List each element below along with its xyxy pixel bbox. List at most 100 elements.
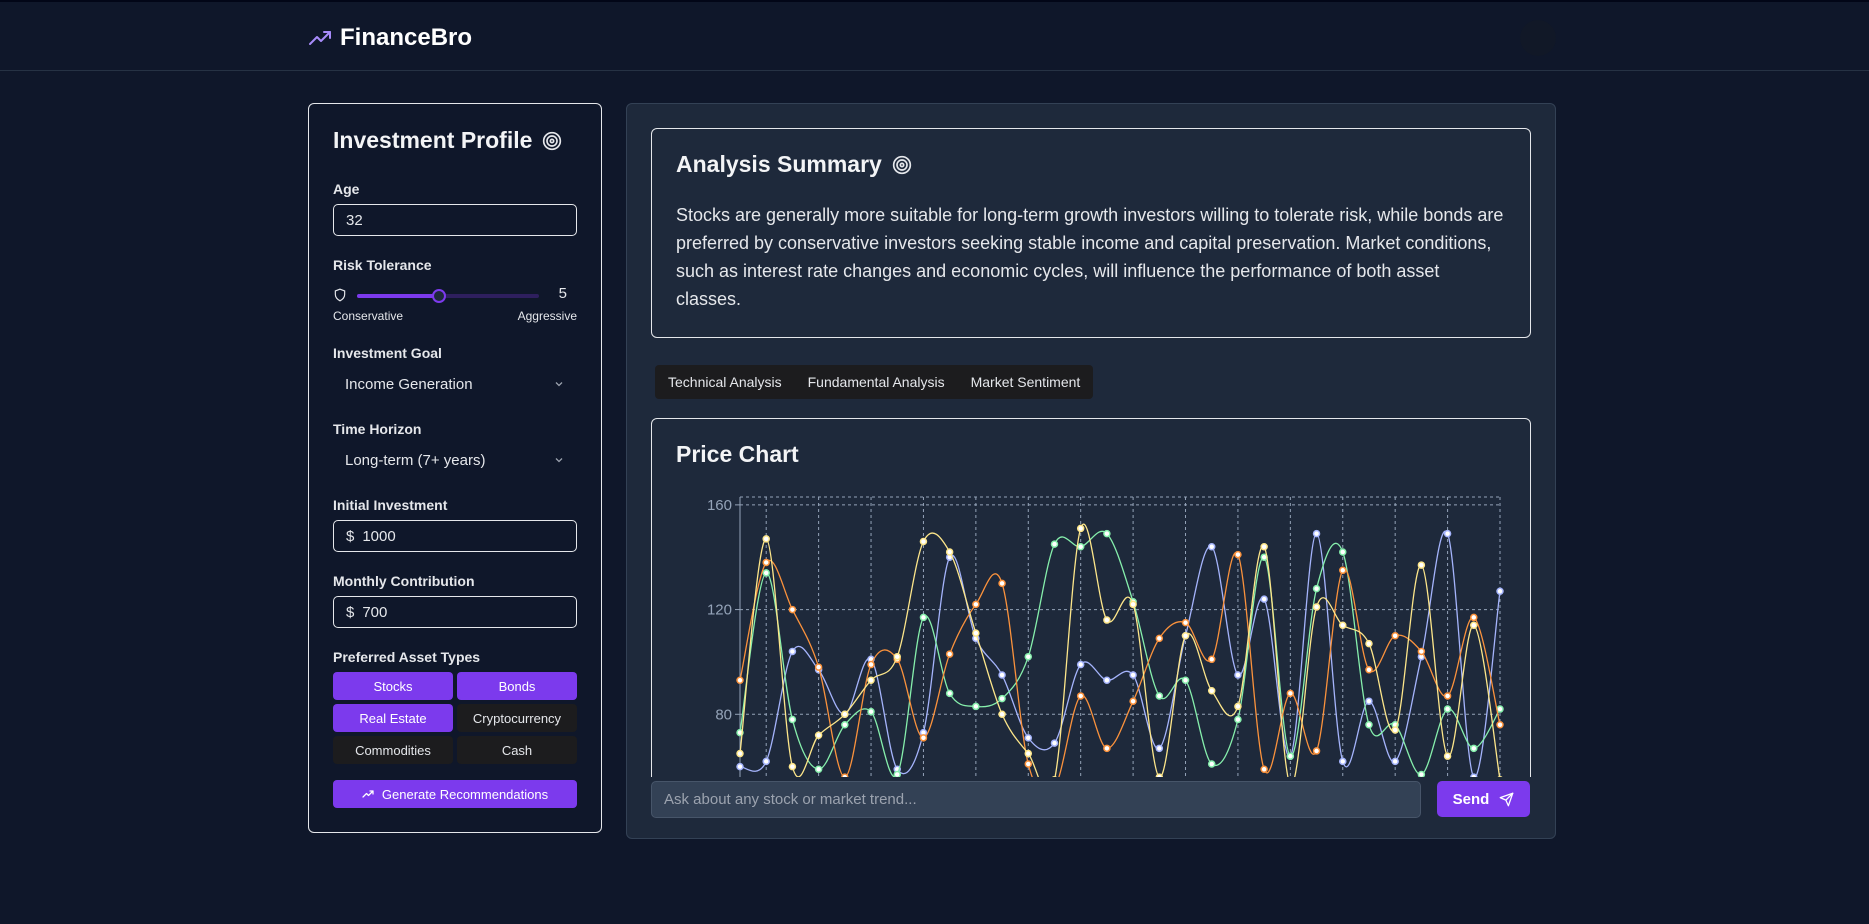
tab-technical-analysis[interactable]: Technical Analysis — [655, 365, 795, 399]
series-3-point-19 — [1234, 550, 1242, 559]
series-1-point-20 — [1260, 595, 1268, 603]
chat-input-wrapper[interactable] — [651, 781, 1421, 818]
series-2-point-8 — [945, 689, 954, 698]
goal-label: Investment Goal — [333, 345, 442, 361]
series-4-point-23 — [1339, 621, 1347, 630]
series-2-point-27 — [1443, 705, 1452, 713]
risk-min-label: Conservative — [333, 309, 404, 323]
asset-chip-bonds[interactable]: Bonds — [457, 672, 577, 700]
series-line-1 — [739, 530, 1501, 778]
series-3-point-1 — [762, 558, 770, 567]
series-3-point-14 — [1103, 744, 1111, 753]
monthly-contribution-label: Monthly Contribution — [333, 573, 475, 589]
series-1-point-1 — [762, 757, 770, 766]
series-3-point-2 — [788, 605, 797, 614]
y-tick-label: 80 — [715, 706, 732, 723]
series-4-point-27 — [1443, 752, 1452, 760]
series-1-point-24 — [1365, 697, 1373, 705]
series-3-point-24 — [1365, 666, 1373, 674]
summary-body: Stocks are generally more suitable for l… — [676, 205, 1504, 309]
price-chart[interactable]: 80 120 160 — [652, 419, 1531, 818]
series-2-point-1 — [762, 569, 770, 577]
horizon-select[interactable]: Long-term (7+ years) — [333, 443, 577, 477]
series-1-point-15 — [1129, 671, 1137, 679]
age-field[interactable] — [333, 204, 577, 236]
series-3-point-23 — [1339, 566, 1347, 575]
series-1-point-11 — [1024, 734, 1033, 742]
series-1-point-27 — [1443, 529, 1452, 538]
series-2-point-21 — [1286, 752, 1295, 760]
y-tick-label: 160 — [707, 497, 732, 514]
goal-select[interactable]: Income Generation — [333, 367, 577, 401]
profile-title-text: Investment Profile — [333, 127, 533, 153]
series-1-point-2 — [788, 647, 797, 656]
series-4-point-10 — [998, 710, 1006, 719]
series-1-point-16 — [1155, 744, 1164, 753]
series-4-point-7 — [919, 537, 928, 546]
series-4-point-18 — [1207, 686, 1216, 695]
series-1-point-25 — [1391, 757, 1399, 766]
generate-recommendations-button[interactable]: Generate Recommendations — [333, 780, 577, 808]
user-avatar[interactable] — [1520, 20, 1556, 56]
asset-chip-cryptocurrency[interactable]: Cryptocurrency — [457, 704, 577, 732]
series-1-point-13 — [1076, 660, 1085, 669]
asset-chip-real-estate[interactable]: Real Estate — [333, 704, 453, 732]
price-chart-card: Price Chart 80 120 160 — [651, 418, 1531, 818]
series-2-point-10 — [998, 694, 1006, 703]
trending-up-icon — [309, 31, 331, 45]
asset-chip-commodities[interactable]: Commodities — [333, 736, 453, 764]
dollar-icon: $ — [346, 527, 355, 545]
send-button[interactable]: Send — [1437, 781, 1530, 817]
series-3-point-8 — [945, 650, 954, 658]
series-3-point-22 — [1312, 747, 1321, 755]
series-4-point-3 — [814, 731, 823, 739]
horizon-label: Time Horizon — [333, 421, 422, 437]
risk-value: 5 — [558, 285, 567, 302]
dollar-icon: $ — [346, 603, 355, 621]
trending-up-icon — [362, 790, 374, 798]
series-4-point-11 — [1024, 749, 1033, 758]
series-2-point-28 — [1470, 744, 1478, 753]
chevron-down-icon — [555, 382, 563, 387]
tab-market-sentiment[interactable]: Market Sentiment — [957, 365, 1094, 399]
chat-input[interactable] — [664, 791, 1420, 808]
age-input[interactable] — [346, 211, 576, 229]
series-2-point-2 — [788, 715, 797, 724]
initial-investment-input[interactable] — [362, 527, 576, 545]
series-1-point-0 — [736, 762, 744, 771]
series-4-point-9 — [972, 629, 980, 637]
series-1-point-14 — [1103, 676, 1111, 685]
risk-slider-track[interactable] — [357, 289, 539, 303]
monthly-contribution-input[interactable] — [362, 603, 576, 621]
series-2-point-17 — [1181, 676, 1190, 685]
initial-investment-field[interactable]: $ — [333, 520, 577, 552]
risk-slider[interactable]: 5 — [333, 285, 577, 305]
series-4-point-2 — [788, 762, 797, 771]
generate-label: Generate Recommendations — [381, 786, 549, 802]
target-icon — [892, 155, 911, 174]
series-3-point-13 — [1076, 692, 1085, 700]
series-1-point-29 — [1496, 587, 1504, 595]
series-4-point-13 — [1076, 524, 1085, 533]
series-3-point-28 — [1470, 613, 1478, 622]
series-4-point-20 — [1260, 542, 1268, 551]
summary-title: Analysis Summary — [676, 151, 912, 178]
series-2-point-3 — [814, 765, 823, 774]
brand[interactable]: FinanceBro — [308, 24, 472, 52]
series-4-point-15 — [1129, 600, 1137, 609]
asset-chip-cash[interactable]: Cash — [457, 736, 577, 764]
series-3-point-16 — [1155, 634, 1164, 643]
asset-type-chips: Stocks Bonds Real Estate Cryptocurrency … — [333, 672, 577, 764]
series-2-point-29 — [1496, 705, 1504, 713]
risk-slider-thumb[interactable] — [431, 289, 446, 303]
series-2-point-13 — [1076, 542, 1085, 551]
monthly-contribution-field[interactable]: $ — [333, 596, 577, 628]
series-3-point-10 — [998, 579, 1006, 588]
series-2-point-7 — [919, 613, 928, 622]
tab-fundamental-analysis[interactable]: Fundamental Analysis — [794, 365, 958, 399]
series-2-point-23 — [1339, 548, 1347, 556]
series-1-point-22 — [1312, 529, 1321, 538]
series-4-point-6 — [893, 652, 901, 661]
risk-max-label: Aggressive — [517, 309, 577, 323]
asset-chip-stocks[interactable]: Stocks — [333, 672, 453, 700]
